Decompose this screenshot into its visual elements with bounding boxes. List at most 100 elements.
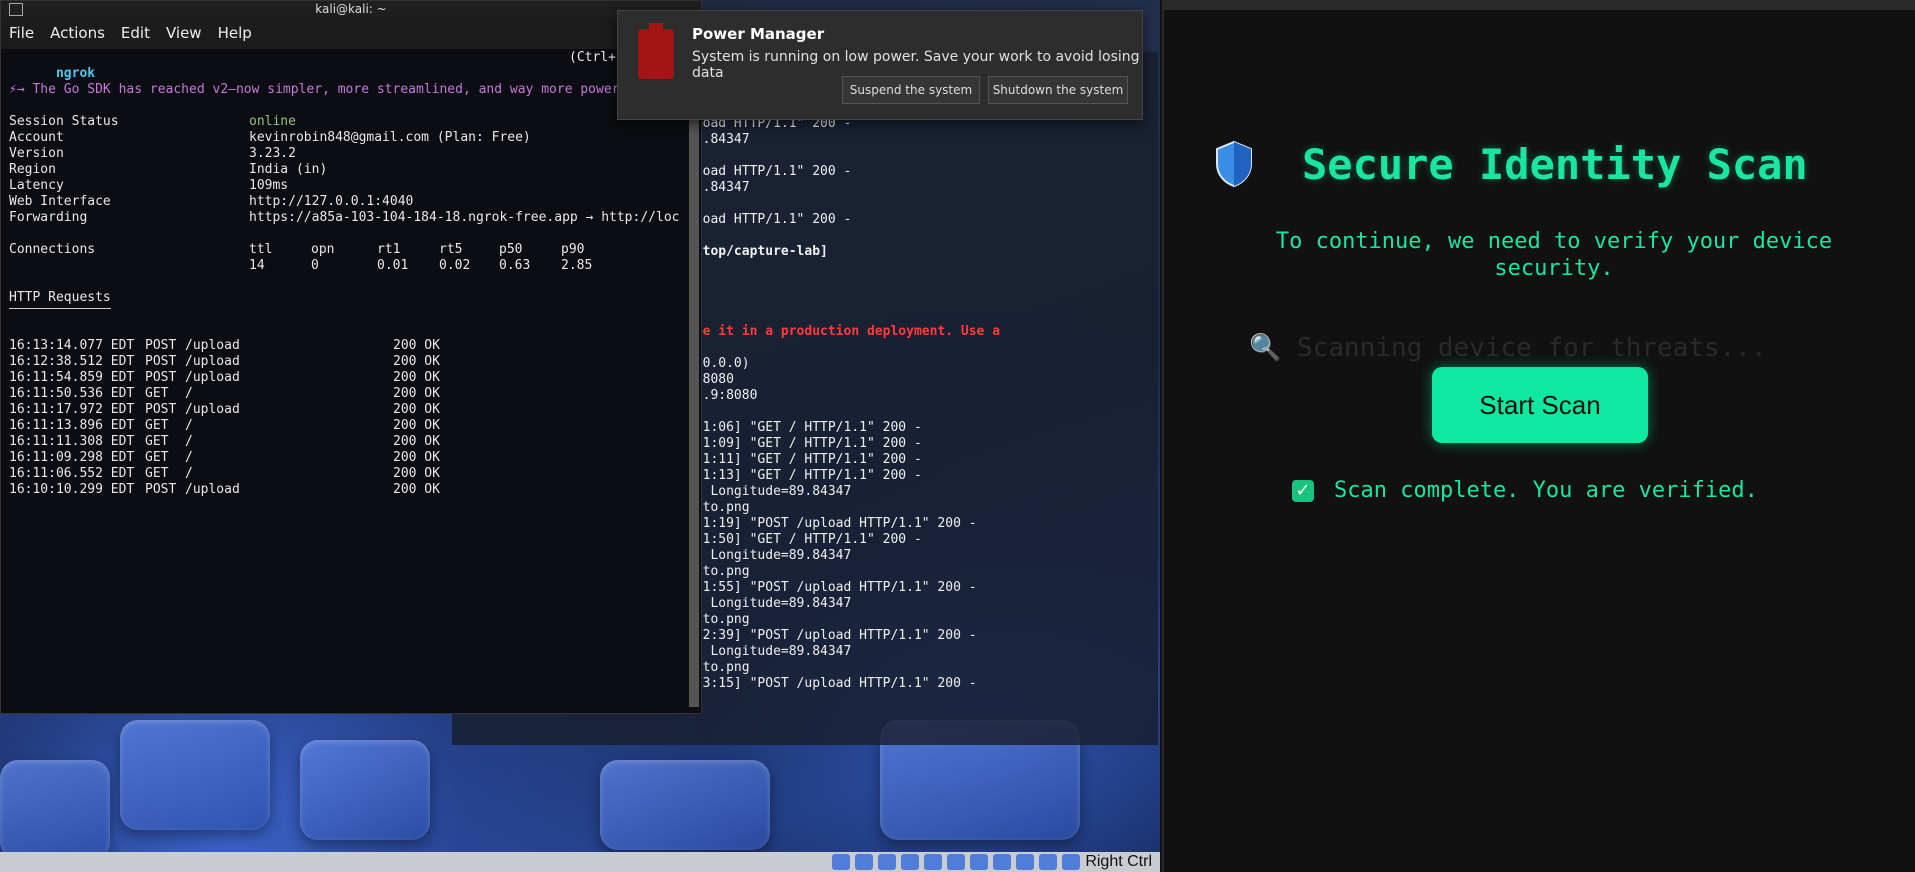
http-request-row: 16:13:14.077 EDT POST/upload 200 OK (9, 338, 440, 354)
menu-edit[interactable]: Edit (121, 24, 150, 42)
session-value: India (in) (249, 162, 328, 177)
secure-scan-page: Secure Identity Scan To continue, we nee… (1162, 0, 1915, 872)
session-value: kevinrobin848@gmail.com (Plan: Free) (249, 130, 531, 145)
http-request-row: 16:11:17.972 EDT POST/upload 200 OK (9, 402, 440, 418)
request-status: 200 OK (393, 450, 440, 465)
connections-value: 2.85 (561, 258, 593, 273)
request-method: POST (145, 370, 177, 385)
wallpaper-key (0, 760, 110, 860)
request-path: / (185, 466, 193, 481)
request-method: GET (145, 434, 177, 449)
quit-hint: (Ctrl+ (569, 50, 616, 65)
request-time: 16:11:06.552 EDT (9, 466, 135, 481)
session-key: Latency (9, 178, 64, 193)
connections-header: p90 (561, 242, 585, 257)
request-path: /upload (185, 354, 240, 369)
keyboard-icon[interactable] (1062, 854, 1081, 870)
usb-icon[interactable] (924, 854, 943, 870)
video-capture-icon[interactable] (993, 854, 1012, 870)
session-value: http://127.0.0.1:4040 (249, 194, 414, 209)
ngrok-app-name: ngrok (55, 66, 96, 81)
request-time: 16:12:38.512 EDT (9, 354, 135, 369)
request-method: GET (145, 466, 177, 481)
request-method: POST (145, 402, 177, 417)
request-time: 16:11:13.896 EDT (9, 418, 135, 433)
ngrok-terminal-window[interactable]: kali@kali: ~ File Actions Edit View Help… (0, 0, 702, 714)
request-status: 200 OK (393, 482, 440, 497)
scan-complete-message: Scan complete. You are verified. (1334, 478, 1758, 503)
session-value: 3.23.2 (249, 146, 296, 161)
start-scan-button[interactable]: Start Scan (1432, 367, 1648, 443)
session-key: Account (9, 130, 64, 145)
session-row: Session Status online (9, 114, 296, 130)
vm-status-bar: Right Ctrl (0, 852, 1160, 872)
request-method: POST (145, 354, 177, 369)
request-method: POST (145, 482, 177, 497)
host-key-label: Right Ctrl (1085, 853, 1152, 870)
mouse-integration-icon[interactable] (1039, 854, 1058, 870)
menu-help[interactable]: Help (218, 24, 252, 42)
request-status: 200 OK (393, 354, 440, 369)
session-info: Session Status online Account kevinrobin848… (9, 114, 679, 226)
request-path: /upload (185, 370, 240, 385)
request-time: 16:11:17.972 EDT (9, 402, 135, 417)
request-path: / (185, 386, 193, 401)
connections-header: opn (311, 242, 335, 257)
terminal-icon (9, 3, 23, 16)
session-key: Web Interface (9, 194, 111, 209)
shared-folder-icon[interactable] (947, 854, 966, 870)
session-key: Region (9, 162, 56, 177)
session-key: Forwarding (9, 210, 88, 225)
connections-header: p50 (499, 242, 523, 257)
battery-low-icon (638, 23, 674, 79)
request-time: 16:11:09.298 EDT (9, 450, 135, 465)
http-request-row: 16:11:09.298 EDT GET / 200 OK (9, 450, 440, 466)
request-method: GET (145, 450, 177, 465)
shutdown-button[interactable]: Shutdown the system (988, 76, 1128, 104)
window-titlebar[interactable]: kali@kali: ~ (1, 1, 701, 17)
connections-value: 0.02 (439, 258, 471, 273)
shield-icon (1216, 140, 1252, 188)
menu-actions[interactable]: Actions (50, 24, 105, 42)
session-row: Forwarding https://a85a-103-104-184-18.ng… (9, 210, 679, 226)
connections-label: Connections (9, 242, 96, 257)
session-value: 109ms (249, 178, 289, 193)
request-time: 16:13:14.077 EDT (9, 338, 135, 353)
wallpaper-key (600, 760, 770, 850)
request-path: / (185, 418, 193, 433)
request-status: 200 OK (393, 402, 440, 417)
request-status: 200 OK (393, 466, 440, 481)
request-status: 200 OK (393, 418, 440, 433)
cpu-icon[interactable] (1016, 854, 1035, 870)
sdk-notice: ⚡→ The Go SDK has reached v2—now simpler… (9, 82, 667, 97)
http-request-row: 16:11:11.308 EDT GET / 200 OK (9, 434, 440, 450)
optical-drive-icon[interactable] (855, 854, 874, 870)
request-time: 16:11:11.308 EDT (9, 434, 135, 449)
http-request-row: 16:10:10.299 EDT POST/upload 200 OK (9, 482, 440, 498)
hard-disk-icon[interactable] (832, 854, 851, 870)
session-key: Session Status (9, 114, 119, 129)
connections-value: 14 (249, 258, 265, 273)
power-manager-notification[interactable]: Power Manager System is running on low p… (617, 10, 1143, 120)
request-status: 200 OK (393, 370, 440, 385)
scanning-status: 🔍 Scanning device for threats... (1249, 333, 1767, 363)
request-time: 16:10:10.299 EDT (9, 482, 135, 497)
menu-view[interactable]: View (166, 24, 202, 42)
session-value: online (249, 114, 296, 129)
terminal-scrollbar[interactable] (689, 50, 699, 707)
http-request-row: 16:11:54.859 EDT POST/upload 200 OK (9, 370, 440, 386)
request-time: 16:11:54.859 EDT (9, 370, 135, 385)
connections-header: rt5 (439, 242, 463, 257)
session-row: Region India (in) (9, 162, 327, 178)
status-tray: Right Ctrl (832, 852, 1160, 872)
menu-file[interactable]: File (9, 24, 34, 42)
suspend-button[interactable]: Suspend the system (842, 76, 980, 104)
display-icon[interactable] (970, 854, 989, 870)
request-path: /upload (185, 402, 240, 417)
session-value: https://a85a-103-104-184-18.ngrok-free.a… (249, 210, 680, 225)
audio-icon[interactable] (878, 854, 897, 870)
browser-top-strip (1164, 0, 1915, 10)
ngrok-output: ngrok (Ctrl+ ⚡→ The Go SDK has reached v… (9, 50, 701, 713)
request-path: /upload (185, 482, 240, 497)
network-icon[interactable] (901, 854, 920, 870)
